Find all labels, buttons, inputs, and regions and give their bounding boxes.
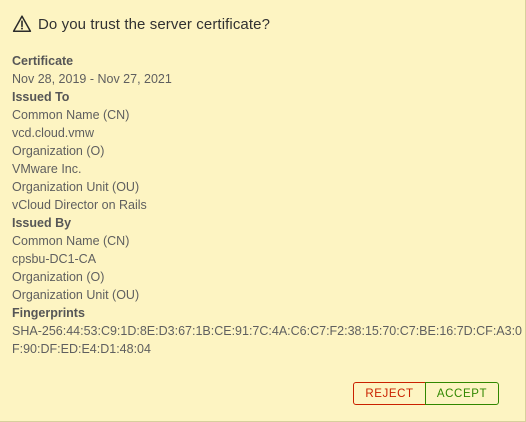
issued-to-cn-label: Common Name (CN) <box>12 108 130 122</box>
certificate-label: Certificate <box>12 54 74 68</box>
reject-button[interactable]: REJECT <box>353 382 426 405</box>
issued-by-cn-label: Common Name (CN) <box>12 234 130 248</box>
issued-to-label: Issued To <box>12 90 70 104</box>
accept-button[interactable]: ACCEPT <box>425 382 499 405</box>
certificate-details: Certificate Nov 28, 2019 - Nov 27, 2021 … <box>12 52 522 358</box>
issued-to-ou-label: Organization Unit (OU) <box>12 180 140 194</box>
dialog-title: Do you trust the server certificate? <box>38 15 271 33</box>
warning-triangle-icon <box>12 14 32 34</box>
issued-to-cn-value: vcd.cloud.vmw <box>12 126 94 140</box>
dialog-header: Do you trust the server certificate? <box>12 12 270 36</box>
issued-by-label: Issued By <box>12 216 72 230</box>
dialog-actions: REJECT ACCEPT <box>353 382 499 405</box>
issued-to-o-label: Organization (O) <box>12 144 105 158</box>
sha256-fingerprint: SHA-256:44:53:C9:1D:8E:D3:67:1B:CE:91:7C… <box>12 324 523 356</box>
fingerprints-label: Fingerprints <box>12 306 85 320</box>
issued-by-o-label: Organization (O) <box>12 270 105 284</box>
issued-by-cn-value: cpsbu-DC1-CA <box>12 252 97 266</box>
issued-to-ou-value: vCloud Director on Rails <box>12 198 147 212</box>
issued-by-ou-label: Organization Unit (OU) <box>12 288 140 302</box>
certificate-validity: Nov 28, 2019 - Nov 27, 2021 <box>12 72 172 86</box>
certificate-trust-dialog: Do you trust the server certificate? Cer… <box>0 0 526 422</box>
issued-to-o-value: VMware Inc. <box>12 162 82 176</box>
